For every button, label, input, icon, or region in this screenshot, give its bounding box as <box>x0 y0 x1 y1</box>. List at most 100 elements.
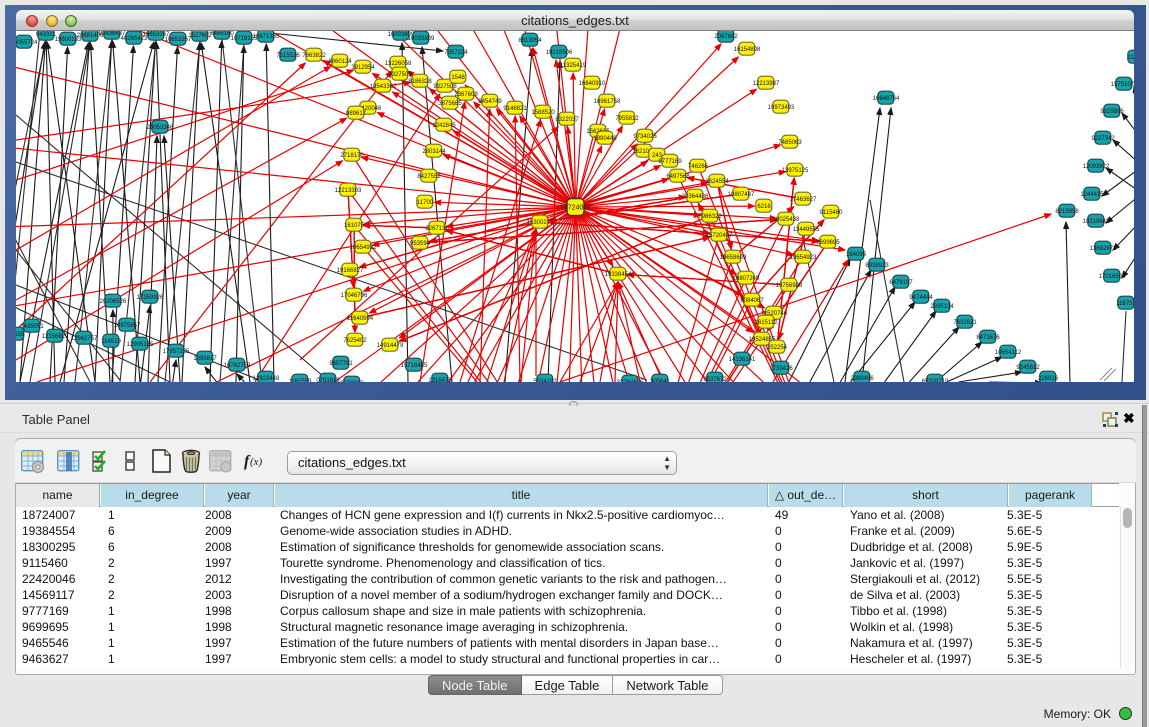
svg-text:16154808: 16154808 <box>734 47 761 53</box>
svg-text:16648764: 16648764 <box>873 96 900 102</box>
svg-text:20053346: 20053346 <box>147 125 174 131</box>
svg-text:11700: 11700 <box>417 200 434 206</box>
svg-text:15751074: 15751074 <box>1111 82 1134 88</box>
svg-text:161075: 161075 <box>344 223 365 229</box>
svg-text:043321: 043321 <box>36 32 57 38</box>
svg-text:11122: 11122 <box>1128 55 1134 61</box>
svg-text:9146821: 9146821 <box>503 106 527 112</box>
svg-text:9734028: 9734028 <box>633 134 657 140</box>
svg-text:12923448: 12923448 <box>253 376 280 382</box>
svg-text:13226058: 13226058 <box>385 61 412 67</box>
svg-text:3912954: 3912954 <box>351 65 375 71</box>
svg-text:17046796: 17046796 <box>341 293 368 299</box>
svg-text:17359926: 17359926 <box>137 295 164 301</box>
svg-text:10807487: 10807487 <box>728 192 755 198</box>
svg-text:1546: 1546 <box>451 75 465 81</box>
svg-text:18807249: 18807249 <box>733 276 760 282</box>
svg-text:16033809: 16033809 <box>408 36 435 42</box>
svg-text:15300275: 15300275 <box>527 220 554 226</box>
svg-text:2367608: 2367608 <box>454 92 478 98</box>
svg-text:19218506: 19218506 <box>546 50 573 56</box>
svg-text:13975125: 13975125 <box>782 168 809 174</box>
svg-text:16640910: 16640910 <box>579 81 606 87</box>
svg-text:8660124: 8660124 <box>328 59 352 65</box>
svg-text:11325419: 11325419 <box>560 63 587 69</box>
svg-text:14055724: 14055724 <box>16 40 38 46</box>
svg-text:226916: 226916 <box>1038 376 1059 382</box>
svg-text:6479197: 6479197 <box>889 280 913 286</box>
svg-text:10975857: 10975857 <box>114 323 141 329</box>
svg-text:8215958: 8215958 <box>1055 209 1079 215</box>
svg-text:9329996: 9329996 <box>1100 109 1124 115</box>
svg-text:9327508: 9327508 <box>433 84 457 90</box>
svg-text:16961758: 16961758 <box>594 99 621 105</box>
svg-text:1244415: 1244415 <box>1080 192 1104 198</box>
svg-text:8427552: 8427552 <box>417 174 441 180</box>
svg-text:10210643: 10210643 <box>1083 219 1110 225</box>
svg-text:1615112: 1615112 <box>755 320 779 326</box>
svg-text:1990448: 1990448 <box>593 136 617 142</box>
svg-text:9084067: 9084067 <box>740 298 764 304</box>
svg-text:8938923: 8938923 <box>865 263 889 269</box>
svg-text:116753: 116753 <box>1116 301 1134 307</box>
svg-text:9115460: 9115460 <box>820 210 844 216</box>
svg-text:12905135: 12905135 <box>127 342 154 348</box>
svg-text:15716485: 15716485 <box>401 363 428 369</box>
svg-text:8699695: 8699695 <box>816 240 840 246</box>
svg-text:12213987: 12213987 <box>753 81 780 87</box>
svg-text:18724007: 18724007 <box>560 205 591 212</box>
svg-text:20206526: 20206526 <box>100 299 127 305</box>
svg-text:252254: 252254 <box>767 345 788 351</box>
svg-text:14136141: 14136141 <box>729 357 756 363</box>
svg-text:6216: 6216 <box>757 204 771 210</box>
svg-text:7485063: 7485063 <box>778 140 802 146</box>
svg-text:7986322: 7986322 <box>698 214 722 220</box>
svg-text:953594: 953594 <box>410 241 431 247</box>
svg-text:17957225: 17957225 <box>163 349 190 355</box>
svg-text:2718170: 2718170 <box>340 153 364 159</box>
svg-text:7663822: 7663822 <box>302 53 326 59</box>
svg-text:9474444: 9474444 <box>909 295 933 301</box>
svg-text:(x): (x) <box>250 456 263 468</box>
svg-text:8471676: 8471676 <box>976 335 1000 341</box>
svg-text:8322037: 8322037 <box>555 117 579 123</box>
svg-text:12156829: 12156829 <box>42 334 69 340</box>
svg-text:3267130: 3267130 <box>425 226 449 232</box>
svg-text:14914479: 14914479 <box>377 343 404 349</box>
svg-text:9657791: 9657791 <box>329 361 353 367</box>
svg-text:10543362: 10543362 <box>370 84 397 90</box>
svg-text:2803144: 2803144 <box>422 149 446 155</box>
svg-text:39155: 39155 <box>16 332 25 338</box>
svg-text:10671355: 10671355 <box>253 34 280 40</box>
svg-text:7625402: 7625402 <box>343 338 367 344</box>
svg-text:305641: 305641 <box>650 379 671 382</box>
svg-text:1242845: 1242845 <box>432 123 456 129</box>
svg-text:9777169: 9777169 <box>658 159 682 165</box>
svg-text:20364436: 20364436 <box>682 194 709 200</box>
svg-text:9537672: 9537672 <box>703 377 727 382</box>
svg-text:16782759: 16782759 <box>224 363 251 369</box>
svg-text:0781618: 0781618 <box>316 378 340 382</box>
svg-text:12093822: 12093822 <box>1083 164 1110 170</box>
svg-text:19166827: 19166827 <box>337 268 364 274</box>
svg-text:19338454: 19338454 <box>605 272 632 278</box>
svg-text:1435051: 1435051 <box>20 324 44 330</box>
svg-text:10973493: 10973493 <box>768 105 795 111</box>
svg-text:32764835: 32764835 <box>617 380 644 382</box>
svg-text:7955812: 7955812 <box>615 116 639 122</box>
svg-text:746266: 746266 <box>688 164 709 170</box>
svg-text:7357224: 7357224 <box>444 50 468 56</box>
svg-text:7515526: 7515526 <box>276 53 300 59</box>
svg-text:2388496: 2388496 <box>850 376 874 382</box>
svg-text:1588520: 1588520 <box>531 110 555 116</box>
svg-text:3875685: 3875685 <box>438 101 462 107</box>
svg-text:10658609: 10658609 <box>720 255 747 261</box>
svg-text:10025438: 10025438 <box>773 217 800 223</box>
svg-text:8186328: 8186328 <box>408 79 432 85</box>
svg-text:1316475: 1316475 <box>428 378 452 382</box>
svg-text:2935134: 2935134 <box>930 304 954 310</box>
svg-text:1733426: 1733426 <box>769 366 793 372</box>
svg-text:1624554: 1624554 <box>705 179 729 185</box>
svg-text:989617: 989617 <box>346 111 367 117</box>
svg-text:9593103: 9593103 <box>340 381 364 382</box>
